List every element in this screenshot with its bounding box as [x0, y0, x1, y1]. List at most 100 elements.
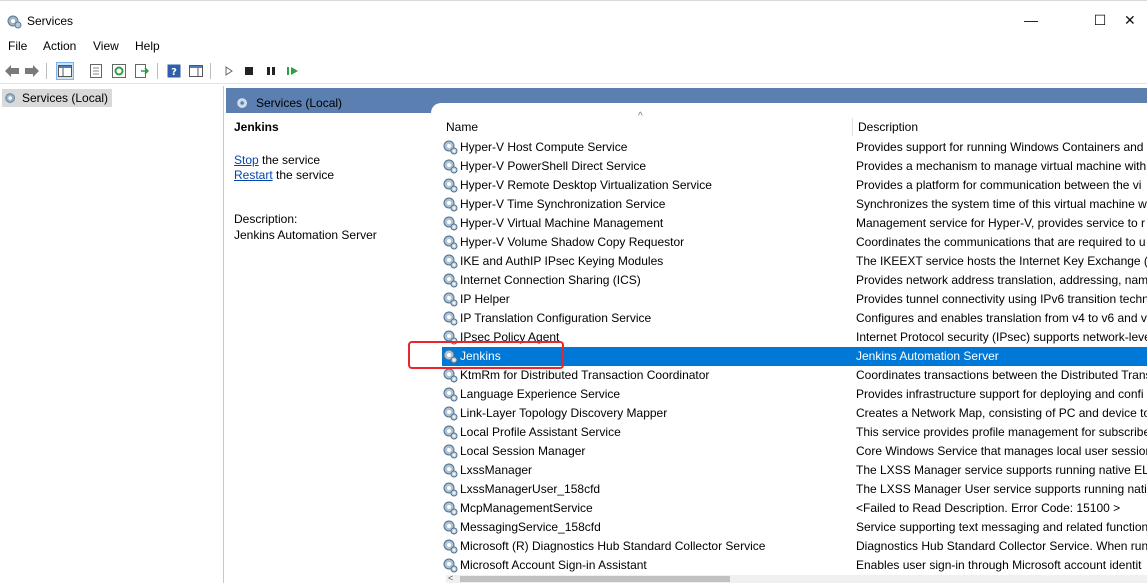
toolbar: ? — [0, 58, 1147, 84]
service-row[interactable]: Hyper-V Remote Desktop Virtualization Se… — [442, 176, 1147, 195]
service-description-cell: The IKEEXT service hosts the Internet Ke… — [856, 254, 1147, 268]
service-name-cell: Microsoft Account Sign-in Assistant — [460, 558, 647, 572]
service-row[interactable]: LxssManagerUser_158cfd The LXSS Manager U… — [442, 480, 1147, 499]
service-row[interactable]: Hyper-V Time Synchronization Service Sync… — [442, 195, 1147, 214]
menu-help[interactable]: Help — [135, 39, 160, 53]
service-row[interactable]: Hyper-V Virtual Machine Management Manage… — [442, 214, 1147, 233]
console-tree: Services (Local) — [0, 86, 224, 583]
service-description-cell: Enables user sign-in through Microsoft a… — [856, 558, 1142, 572]
help-icon[interactable]: ? — [165, 62, 183, 80]
scrollbar-thumb[interactable] — [460, 576, 730, 582]
service-description-cell: The LXSS Manager service supports runnin… — [856, 463, 1147, 477]
service-name-cell: KtmRm for Distributed Transaction Coordi… — [460, 368, 710, 382]
service-gear-icon — [443, 178, 458, 193]
properties-icon[interactable] — [87, 62, 105, 80]
column-header-description[interactable]: Description — [858, 120, 918, 134]
service-description-cell: The LXSS Manager User service supports r… — [856, 482, 1147, 496]
menu-file[interactable]: File — [8, 39, 27, 53]
service-name-cell: Hyper-V Remote Desktop Virtualization Se… — [460, 178, 712, 192]
maximize-button[interactable]: ☐ — [1077, 7, 1123, 35]
menu-action[interactable]: Action — [43, 39, 76, 53]
sort-ascending-icon: ^ — [638, 111, 643, 122]
service-name-cell: Hyper-V Virtual Machine Management — [460, 216, 664, 230]
service-gear-icon — [443, 463, 458, 478]
service-name-cell: Local Profile Assistant Service — [460, 425, 621, 439]
service-description-cell: Service supporting text messaging and re… — [856, 520, 1147, 534]
service-name-cell: LxssManagerUser_158cfd — [460, 482, 601, 496]
service-gear-icon — [443, 140, 458, 155]
service-gear-icon — [443, 387, 458, 402]
service-row[interactable]: Hyper-V PowerShell Direct Service Provide… — [442, 157, 1147, 176]
service-row[interactable]: MessagingService_158cfd Service supportin… — [442, 518, 1147, 537]
service-gear-icon — [443, 368, 458, 383]
services-gear-icon — [237, 97, 247, 108]
service-description-cell: Configures and enables translation from … — [856, 311, 1147, 325]
show-action-pane-icon[interactable] — [187, 62, 205, 80]
close-button[interactable]: ✕ — [1124, 7, 1147, 35]
tree-item-services-local[interactable]: Services (Local) — [2, 89, 112, 107]
service-row[interactable]: IKE and AuthIP IPsec Keying Modules The I… — [442, 252, 1147, 271]
service-gear-icon — [443, 254, 458, 269]
service-name-cell: IKE and AuthIP IPsec Keying Modules — [460, 254, 664, 268]
service-description-cell: Management service for Hyper-V, provides… — [856, 216, 1146, 230]
header-tab-label: Services (Local) — [256, 95, 343, 110]
minimize-button[interactable]: — — [1008, 7, 1054, 35]
service-row[interactable]: IP Helper Provides tunnel connectivity us… — [442, 290, 1147, 309]
service-row[interactable]: Internet Connection Sharing (ICS) Provide… — [442, 271, 1147, 290]
stop-service-link[interactable]: Stop — [234, 153, 259, 167]
start-service-icon[interactable] — [220, 62, 238, 80]
service-gear-icon — [443, 520, 458, 535]
service-row[interactable]: Local Profile Assistant Service This serv… — [442, 423, 1147, 442]
description-text: Jenkins Automation Server — [234, 228, 377, 242]
service-row[interactable]: Microsoft Account Sign-in Assistant Enabl… — [442, 556, 1147, 575]
service-name-cell: Hyper-V Volume Shadow Copy Requestor — [460, 235, 685, 249]
service-gear-icon — [443, 273, 458, 288]
pause-service-icon[interactable] — [262, 62, 280, 80]
service-gear-icon — [443, 539, 458, 554]
service-row[interactable]: LxssManager The LXSS Manager service supp… — [442, 461, 1147, 480]
service-row[interactable]: IP Translation Configuration Service Conf… — [442, 309, 1147, 328]
service-row[interactable]: Local Session Manager Core Windows Servic… — [442, 442, 1147, 461]
restart-service-link[interactable]: Restart — [234, 168, 273, 182]
service-description-cell: Coordinates transactions between the Dis… — [856, 368, 1147, 382]
restart-service-icon[interactable] — [284, 62, 302, 80]
export-list-icon[interactable] — [133, 62, 151, 80]
column-headers: Name ^ Description — [442, 111, 1147, 138]
svg-text:?: ? — [171, 67, 177, 78]
service-name-cell: Hyper-V Host Compute Service — [460, 140, 628, 154]
selected-service-name: Jenkins — [234, 120, 279, 134]
service-description-cell: <Failed to Read Description. Error Code:… — [856, 501, 1121, 515]
service-gear-icon — [443, 406, 458, 421]
service-description-cell: Provides support for running Windows Con… — [856, 140, 1144, 154]
service-description-cell: Core Windows Service that manages local … — [856, 444, 1147, 458]
service-name-cell: LxssManager — [460, 463, 533, 477]
service-row[interactable]: McpManagementService <Failed to Read Desc… — [442, 499, 1147, 518]
column-header-name[interactable]: Name — [446, 120, 478, 134]
services-gear-icon — [5, 93, 15, 103]
service-name-cell: Microsoft (R) Diagnostics Hub Standard C… — [460, 539, 766, 553]
service-row[interactable]: Hyper-V Host Compute Service Provides sup… — [442, 138, 1147, 157]
service-description-cell: Jenkins Automation Server — [856, 349, 999, 363]
horizontal-scrollbar[interactable]: < — [446, 573, 1147, 583]
back-arrow-icon[interactable] — [3, 62, 21, 80]
scroll-left-icon[interactable]: < — [448, 573, 453, 583]
service-gear-icon — [443, 197, 458, 212]
service-description-cell: Creates a Network Map, consisting of PC … — [856, 406, 1147, 420]
refresh-icon[interactable] — [110, 62, 128, 80]
service-row[interactable]: Microsoft (R) Diagnostics Hub Standard C… — [442, 537, 1147, 556]
service-row[interactable]: Language Experience Service Provides infr… — [442, 385, 1147, 404]
tree-item-label: Services (Local) — [22, 91, 109, 105]
service-row[interactable]: Link-Layer Topology Discovery Mapper Crea… — [442, 404, 1147, 423]
service-description-cell: Synchronizes the system time of this vir… — [856, 197, 1147, 211]
service-name-cell: Link-Layer Topology Discovery Mapper — [460, 406, 668, 420]
window-title: Services — [27, 14, 74, 28]
menu-view[interactable]: View — [93, 39, 119, 53]
service-name-cell: Hyper-V Time Synchronization Service — [460, 197, 666, 211]
service-gear-icon — [443, 235, 458, 250]
service-row[interactable]: Hyper-V Volume Shadow Copy Requestor Coor… — [442, 233, 1147, 252]
service-description-cell: Provides tunnel connectivity using IPv6 … — [856, 292, 1147, 306]
service-description-cell: Provides network address translation, ad… — [856, 273, 1147, 287]
stop-service-icon[interactable] — [240, 62, 258, 80]
forward-arrow-icon[interactable] — [23, 62, 41, 80]
show-console-tree-icon[interactable] — [56, 62, 74, 80]
